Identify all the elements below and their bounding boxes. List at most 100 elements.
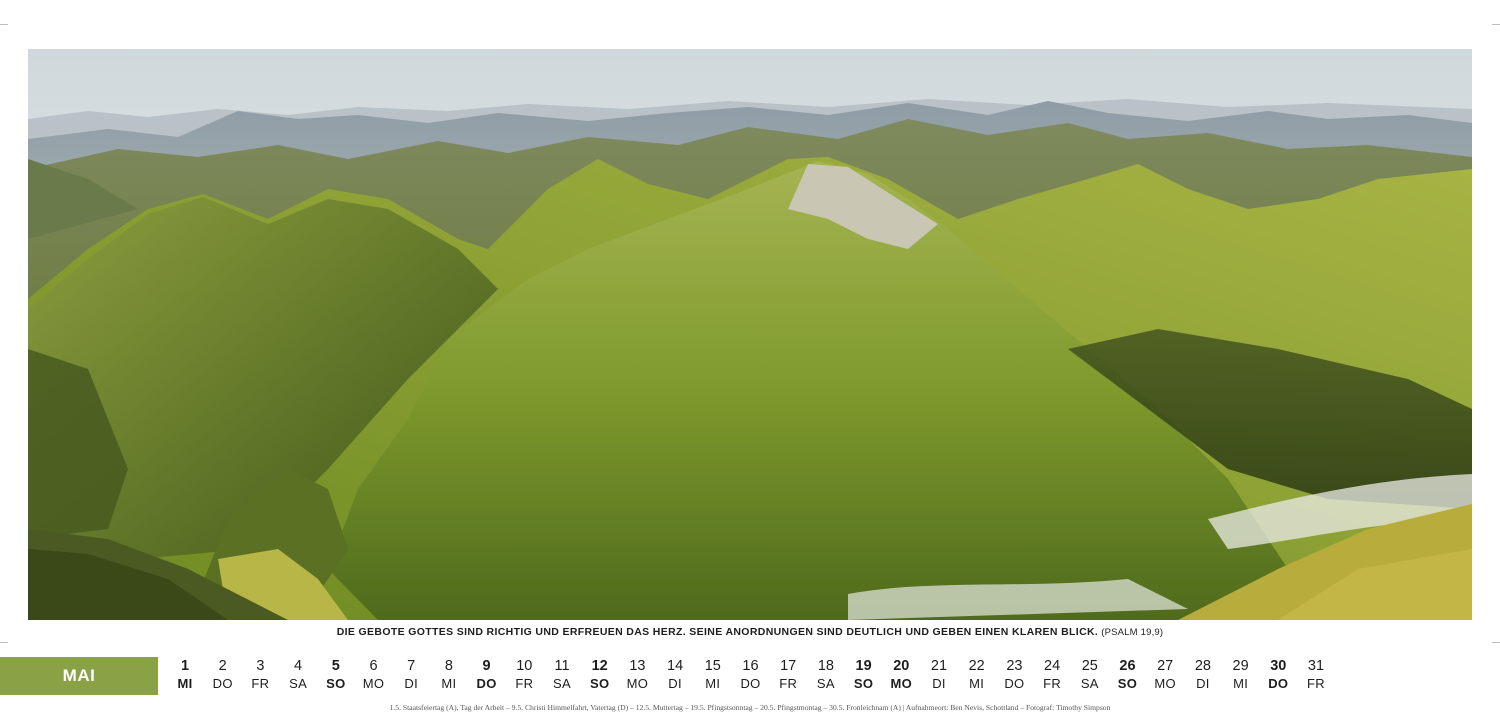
calendar-day: 13 MO: [617, 657, 657, 693]
weekday-label: MO: [1154, 676, 1176, 691]
calendar-day: 25 SA: [1070, 657, 1110, 693]
day-number: 9: [482, 658, 491, 674]
day-number: 28: [1194, 658, 1211, 674]
crop-mark: [0, 24, 8, 25]
weekday-label: DI: [1196, 676, 1210, 691]
calendar-day: 5 SO: [316, 657, 356, 693]
calendar-day: 21 DI: [919, 657, 959, 693]
weekday-label: DI: [932, 676, 946, 691]
calendar-day: 27 MO: [1145, 657, 1185, 693]
weekday-label: SO: [853, 676, 874, 691]
calendar-day: 17 FR: [768, 657, 808, 693]
crop-mark: [1492, 24, 1500, 25]
calendar-day: 10 FR: [504, 657, 544, 693]
day-number: 21: [930, 658, 948, 674]
day-number: 18: [817, 658, 834, 674]
weekday-label: SA: [289, 676, 308, 691]
day-number: 23: [1006, 658, 1023, 674]
weekday-label: DI: [404, 676, 418, 691]
day-number: 12: [591, 658, 608, 674]
verse-reference: (PSALM 19,9): [1101, 627, 1164, 638]
weekday-label: SA: [1080, 676, 1099, 691]
day-number: 8: [444, 658, 453, 674]
day-number: 22: [968, 658, 985, 674]
calendar-day: 18 SA: [806, 657, 846, 693]
day-number: 1: [180, 658, 190, 674]
calendar-day: 6 MO: [354, 657, 394, 693]
month-label: MAI: [0, 657, 158, 695]
calendar-day: 26 SO: [1108, 657, 1148, 693]
weekday-label: DO: [476, 676, 497, 691]
day-number: 29: [1232, 658, 1249, 674]
weekday-label: MO: [362, 676, 385, 691]
crop-mark: [0, 642, 8, 643]
calendar-day: 19 SO: [844, 657, 884, 693]
landscape-photo: [28, 49, 1472, 620]
calendar-day: 29 MI: [1221, 657, 1261, 693]
calendar-day: 11 SA: [542, 657, 582, 693]
weekday-label: SO: [589, 676, 610, 691]
weekday-label: SA: [816, 676, 835, 691]
calendar-day: 23 DO: [994, 657, 1034, 693]
day-number: 14: [667, 658, 684, 674]
day-number: 19: [855, 658, 872, 674]
weekday-label: FR: [1043, 676, 1062, 691]
crop-mark: [1492, 642, 1500, 643]
calendar-day: 22 MI: [957, 657, 997, 693]
calendar-day: 20 MO: [881, 657, 921, 693]
calendar-day: 3 FR: [240, 657, 280, 693]
day-number: 25: [1081, 658, 1098, 674]
calendar-day: 28 DI: [1183, 657, 1223, 693]
calendar-day: 1 MI: [165, 657, 205, 693]
calendar-day: 2 DO: [203, 657, 243, 693]
weekday-label: DO: [740, 676, 761, 691]
weekday-label: FR: [1307, 676, 1325, 691]
day-number: 7: [407, 658, 416, 674]
day-number: 20: [893, 658, 910, 674]
day-number: 5: [331, 658, 340, 674]
day-number: 11: [554, 658, 570, 674]
weekday-label: MI: [705, 676, 721, 691]
day-number: 30: [1270, 658, 1287, 674]
verse-text: DIE GEBOTE GOTTES SIND RICHTIG UND ERFRE…: [336, 626, 1099, 638]
day-number: 15: [704, 658, 721, 674]
weekday-label: MO: [890, 676, 913, 691]
mountain-panorama-illustration: [28, 49, 1472, 620]
day-number: 31: [1307, 658, 1325, 674]
weekday-label: DO: [1004, 676, 1025, 691]
day-number: 17: [780, 658, 797, 674]
weekday-label: FR: [779, 676, 798, 691]
weekday-label: DO: [1268, 676, 1289, 691]
day-number: 26: [1119, 658, 1136, 674]
day-number: 10: [516, 658, 533, 674]
weekday-label: MO: [626, 676, 649, 691]
day-number: 27: [1157, 658, 1174, 674]
day-number: 6: [369, 658, 378, 674]
weekday-label: MI: [969, 676, 985, 691]
weekday-label: MI: [1233, 676, 1249, 691]
calendar-day: 14 DI: [655, 657, 695, 693]
weekday-label: FR: [515, 676, 534, 691]
calendar-day: 9 DO: [467, 657, 507, 693]
weekday-label: SA: [553, 676, 571, 691]
day-number: 2: [218, 658, 227, 674]
calendar-day: 24 FR: [1032, 657, 1072, 693]
day-number: 3: [256, 658, 265, 674]
weekday-label: MI: [177, 676, 193, 691]
weekday-label: SO: [326, 676, 346, 691]
day-number: 13: [629, 658, 646, 674]
verse-line: DIE GEBOTE GOTTES SIND RICHTIG UND ERFRE…: [0, 626, 1500, 638]
weekday-label: FR: [251, 676, 270, 691]
calendar-day: 4 SA: [278, 657, 318, 693]
calendar-day: 15 MI: [693, 657, 733, 693]
weekday-label: DO: [212, 676, 233, 691]
calendar-day: 31 FR: [1296, 657, 1336, 693]
day-number: 4: [294, 658, 303, 674]
calendar-day: 7 DI: [391, 657, 431, 693]
calendar-day: 8 MI: [429, 657, 469, 693]
calendar-day: 30 DO: [1258, 657, 1298, 693]
weekday-label: DI: [668, 676, 682, 691]
holiday-footnote: 1.5. Staatsfeiertag (A), Tag der Arbeit …: [389, 703, 1111, 712]
calendar-day: 12 SO: [580, 657, 620, 693]
day-number: 24: [1044, 658, 1061, 674]
